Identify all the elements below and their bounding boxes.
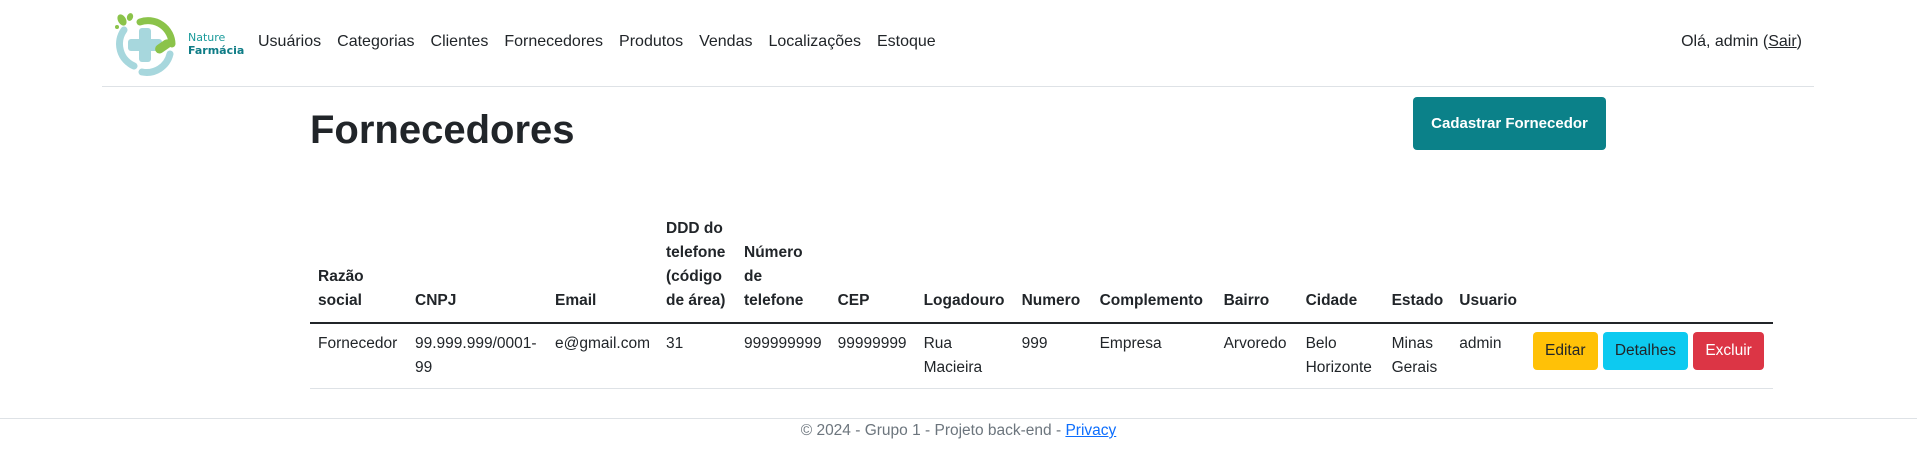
cell-complemento: Empresa bbox=[1091, 323, 1216, 389]
pharmacy-cross-logo-icon bbox=[115, 13, 176, 76]
nav-item-localizacoes[interactable]: Localizações bbox=[768, 33, 861, 51]
cell-estado: Minas Gerais bbox=[1383, 323, 1452, 389]
cell-ddd: 31 bbox=[658, 323, 736, 389]
col-header-numero: Numero bbox=[1013, 211, 1092, 324]
user-greeting-close: ) bbox=[1796, 33, 1802, 50]
cell-usuario: admin bbox=[1451, 323, 1525, 389]
col-header-email: Email bbox=[547, 211, 658, 324]
brand-logo[interactable]: Nature Farmácia bbox=[112, 12, 244, 76]
cell-cep: 99999999 bbox=[829, 323, 916, 389]
edit-button[interactable]: Editar bbox=[1533, 332, 1598, 370]
col-header-complemento: Complemento bbox=[1091, 211, 1216, 324]
cell-email: e@gmail.com bbox=[547, 323, 658, 389]
delete-button[interactable]: Excluir bbox=[1693, 332, 1764, 370]
cell-bairro: Arvoredo bbox=[1215, 323, 1298, 389]
col-header-logadouro: Logadouro bbox=[915, 211, 1014, 324]
footer-copyright: © 2024 - Grupo 1 - Projeto back-end - bbox=[800, 422, 1066, 439]
col-header-cidade: Cidade bbox=[1297, 211, 1384, 324]
create-supplier-button[interactable]: Cadastrar Fornecedor bbox=[1413, 97, 1606, 150]
col-header-cnpj: CNPJ bbox=[407, 211, 547, 324]
details-button[interactable]: Detalhes bbox=[1602, 332, 1688, 370]
page: Nature Farmácia Usuários Categorias Clie… bbox=[0, 0, 1917, 457]
cell-cidade: Belo Horizonte bbox=[1297, 323, 1384, 389]
nav-item-fornecedores[interactable]: Fornecedores bbox=[504, 33, 603, 51]
footer: © 2024 - Grupo 1 - Projeto back-end - Pr… bbox=[0, 418, 1917, 457]
cell-numero: 999 bbox=[1013, 323, 1092, 389]
brand-name: Nature Farmácia bbox=[188, 31, 244, 57]
navbar: Nature Farmácia Usuários Categorias Clie… bbox=[102, 0, 1814, 87]
cell-cnpj: 99.999.999/0001-99 bbox=[407, 323, 547, 389]
col-header-razao-social: Razão social bbox=[310, 211, 407, 324]
user-greeting-text: Olá, admin ( bbox=[1681, 33, 1769, 50]
cell-actions: Editar Detalhes Excluir bbox=[1525, 323, 1773, 389]
col-header-estado: Estado bbox=[1383, 211, 1452, 324]
col-header-actions bbox=[1525, 211, 1773, 324]
brand-name-line1: Nature bbox=[188, 31, 226, 44]
nav-item-produtos[interactable]: Produtos bbox=[619, 33, 683, 51]
col-header-cep: CEP bbox=[829, 211, 916, 324]
brand-name-line2: Farmácia bbox=[188, 44, 245, 57]
logout-link[interactable]: Sair bbox=[1768, 33, 1796, 50]
cell-logadouro: Rua Macieira bbox=[915, 323, 1014, 389]
cell-telefone: 999999999 bbox=[736, 323, 830, 389]
nav-links: Usuários Categorias Clientes Fornecedore… bbox=[258, 33, 952, 51]
page-title: Fornecedores bbox=[310, 108, 575, 152]
col-header-ddd: DDD do telefone (código de área) bbox=[658, 211, 736, 324]
col-header-telefone: Número de telefone bbox=[736, 211, 830, 324]
suppliers-table: Razão social CNPJ Email DDD do telefone … bbox=[310, 211, 1773, 389]
nav-item-clientes[interactable]: Clientes bbox=[431, 33, 489, 51]
privacy-link[interactable]: Privacy bbox=[1065, 422, 1116, 439]
cell-razao-social: Fornecedor bbox=[310, 323, 407, 389]
col-header-usuario: Usuario bbox=[1451, 211, 1525, 324]
col-header-bairro: Bairro bbox=[1215, 211, 1298, 324]
nav-item-estoque[interactable]: Estoque bbox=[877, 33, 936, 51]
table-header-row: Razão social CNPJ Email DDD do telefone … bbox=[310, 211, 1773, 324]
nav-item-usuarios[interactable]: Usuários bbox=[258, 33, 321, 51]
nav-item-vendas[interactable]: Vendas bbox=[699, 33, 752, 51]
nav-item-categorias[interactable]: Categorias bbox=[337, 33, 414, 51]
table-row: Fornecedor 99.999.999/0001-99 e@gmail.co… bbox=[310, 323, 1773, 389]
user-greeting: Olá, admin (Sair) bbox=[1681, 33, 1802, 51]
